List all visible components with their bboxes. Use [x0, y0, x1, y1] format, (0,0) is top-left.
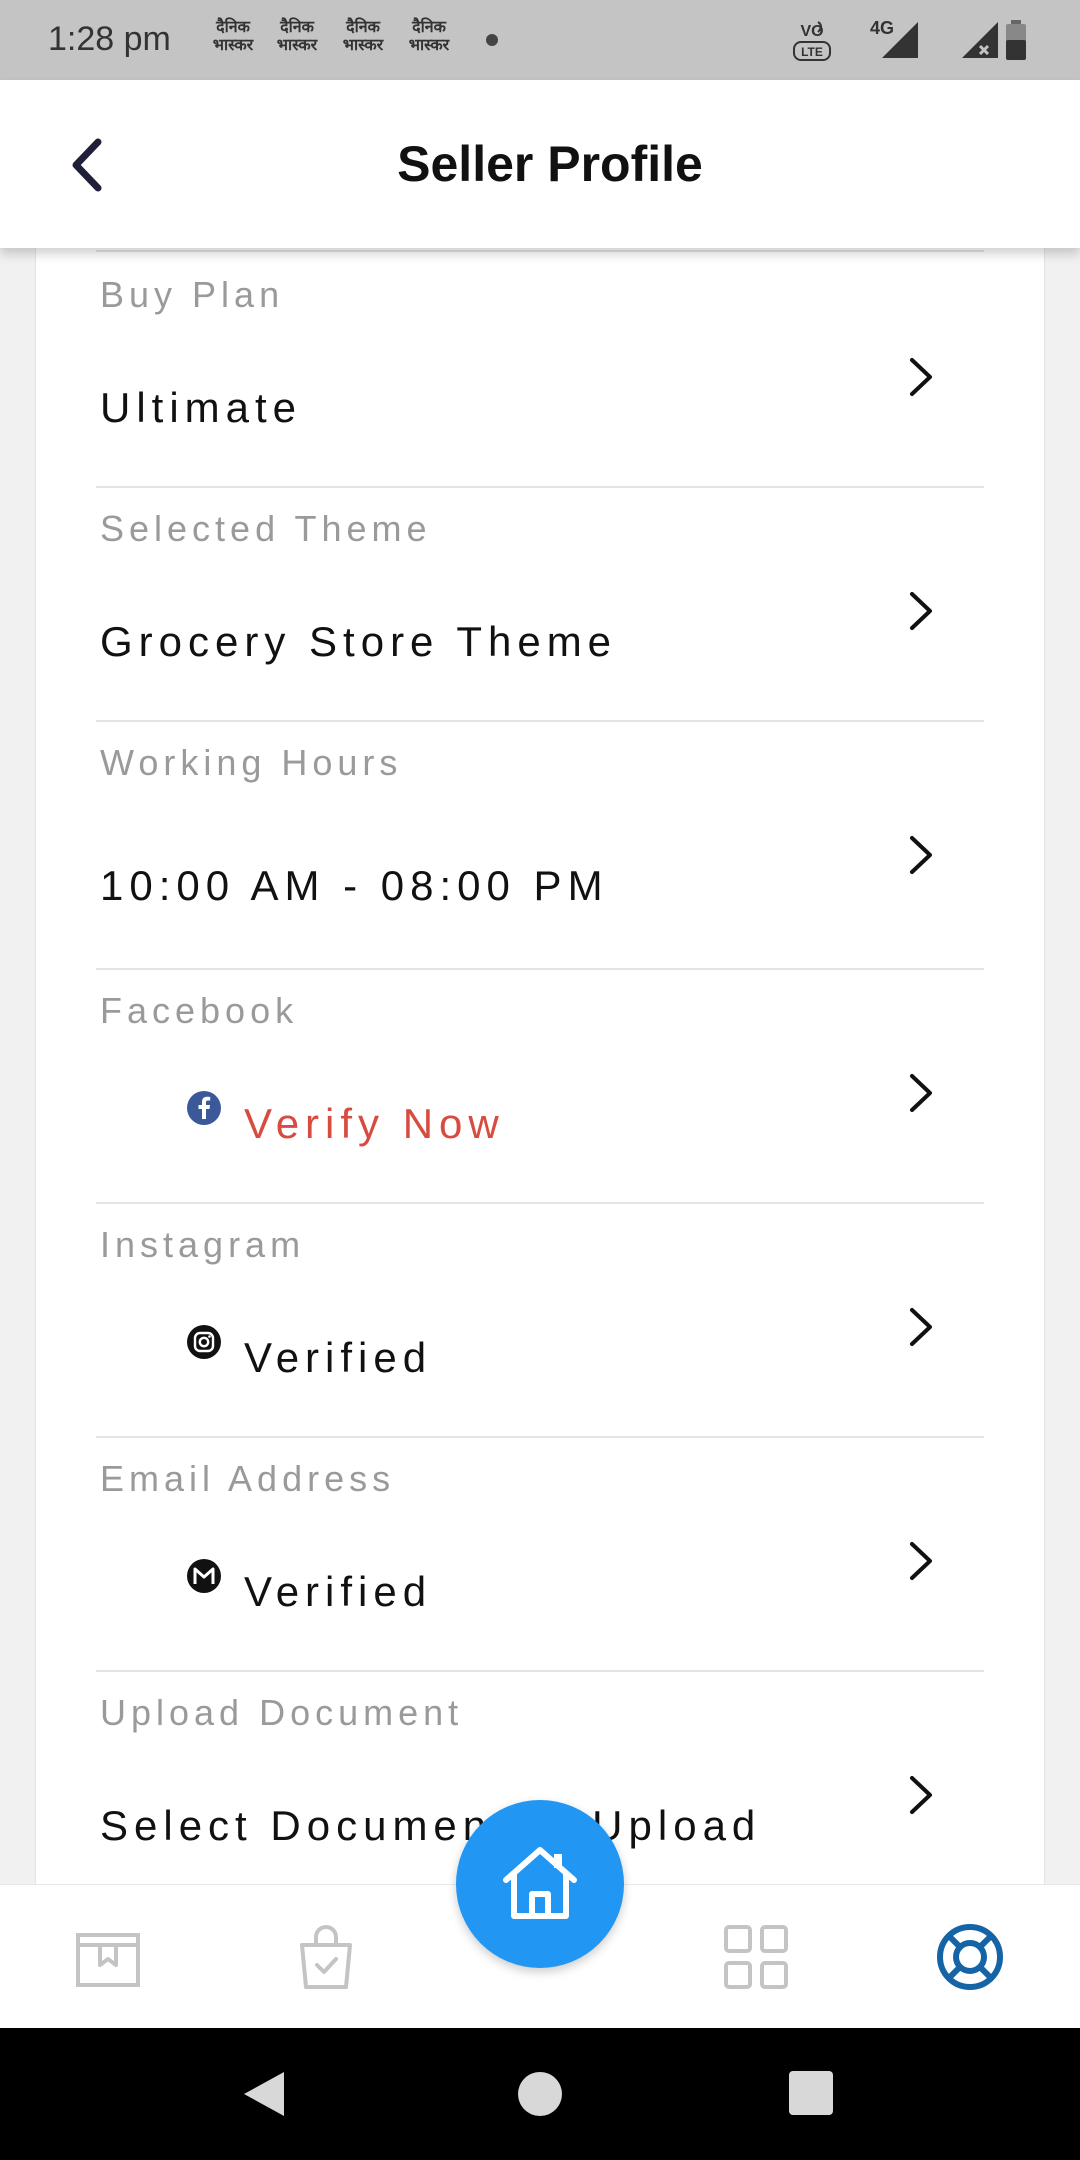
system-back-icon[interactable]	[240, 2068, 290, 2120]
newspaper-notification-icon: दैनिक भास्कर	[212, 17, 254, 54]
newspaper-notification-icon: दैनिक भास्कर	[342, 17, 384, 54]
instagram-icon	[187, 1325, 221, 1359]
row-value: Verify Now	[244, 1100, 505, 1147]
system-recents-icon[interactable]	[786, 2068, 836, 2118]
row-working-hours[interactable]: Working Hours 10:00 AM - 08:00 PM	[36, 722, 1044, 970]
row-instagram[interactable]: Instagram Verified	[36, 1204, 1044, 1438]
facebook-icon	[187, 1091, 221, 1125]
signal-4g-icon: 4G	[870, 18, 918, 58]
svg-text:4G: 4G	[870, 18, 894, 38]
row-buy-plan[interactable]: Buy Plan Ultimate	[36, 254, 1044, 488]
chevron-right-icon	[910, 836, 932, 874]
row-selected-theme[interactable]: Selected Theme Grocery Store Theme	[36, 488, 1044, 722]
nav-orders-button[interactable]	[290, 1921, 362, 1993]
store-icon	[76, 1933, 140, 1987]
chevron-right-icon	[910, 1542, 932, 1580]
nav-store-button[interactable]	[72, 1921, 144, 1993]
status-time: 1:28 pm	[48, 20, 171, 58]
row-value: 10:00 AM - 08:00 PM	[100, 862, 609, 909]
row-email-address[interactable]: Email Address Verified	[36, 1438, 1044, 1672]
home-button[interactable]	[456, 1800, 624, 1968]
row-label: Working Hours	[100, 742, 403, 783]
grid-icon	[724, 1925, 788, 1989]
row-label: Instagram	[100, 1224, 306, 1265]
more-notifications-dot	[486, 34, 498, 46]
gmail-icon	[187, 1559, 221, 1593]
chevron-left-icon	[72, 138, 102, 192]
newspaper-notification-icon: दैनिक भास्कर	[408, 17, 450, 54]
page-title: Seller Profile	[397, 136, 703, 192]
row-value: Select Document to Upload	[100, 1802, 762, 1849]
chevron-right-icon	[910, 592, 932, 630]
divider	[96, 250, 984, 252]
profile-settings-list: Buy Plan Ultimate Selected Theme Grocery…	[35, 248, 1045, 1884]
row-value: Verified	[244, 1568, 433, 1615]
home-icon	[503, 1847, 577, 1919]
nav-support-button[interactable]	[934, 1921, 1006, 1993]
lifebuoy-icon	[937, 1924, 1003, 1990]
chevron-right-icon	[910, 1308, 932, 1346]
newspaper-notification-icon: दैनिक भास्कर	[276, 17, 318, 54]
row-label: Facebook	[100, 990, 299, 1031]
row-label: Selected Theme	[100, 508, 432, 549]
row-label: Buy Plan	[100, 274, 285, 315]
row-value: Grocery Store Theme	[100, 618, 618, 665]
row-label: Email Address	[100, 1458, 396, 1499]
row-label: Upload Document	[100, 1692, 464, 1733]
row-value: Ultimate	[100, 384, 303, 431]
chevron-right-icon	[910, 1776, 932, 1814]
back-button[interactable]	[56, 130, 126, 200]
row-facebook[interactable]: Facebook Verify Now	[36, 970, 1044, 1204]
chevron-right-icon	[910, 1074, 932, 1112]
chevron-right-icon	[910, 358, 932, 396]
shopping-bag-check-icon	[300, 1925, 352, 1989]
nav-categories-button[interactable]	[720, 1921, 792, 1993]
app-header: Seller Profile	[0, 80, 1080, 248]
svg-text:LTE: LTE	[801, 45, 823, 59]
status-bar: 1:28 pm दैनिक भास्कर दैनिक भास्कर दैनिक …	[0, 0, 1080, 80]
signal-no-sim-icon	[962, 22, 998, 58]
battery-icon	[1006, 20, 1026, 60]
system-navigation-bar	[0, 2028, 1080, 2160]
row-value: Verified	[244, 1334, 433, 1381]
volte-icon: VO LTE	[793, 21, 831, 61]
system-home-icon[interactable]	[514, 2068, 566, 2120]
